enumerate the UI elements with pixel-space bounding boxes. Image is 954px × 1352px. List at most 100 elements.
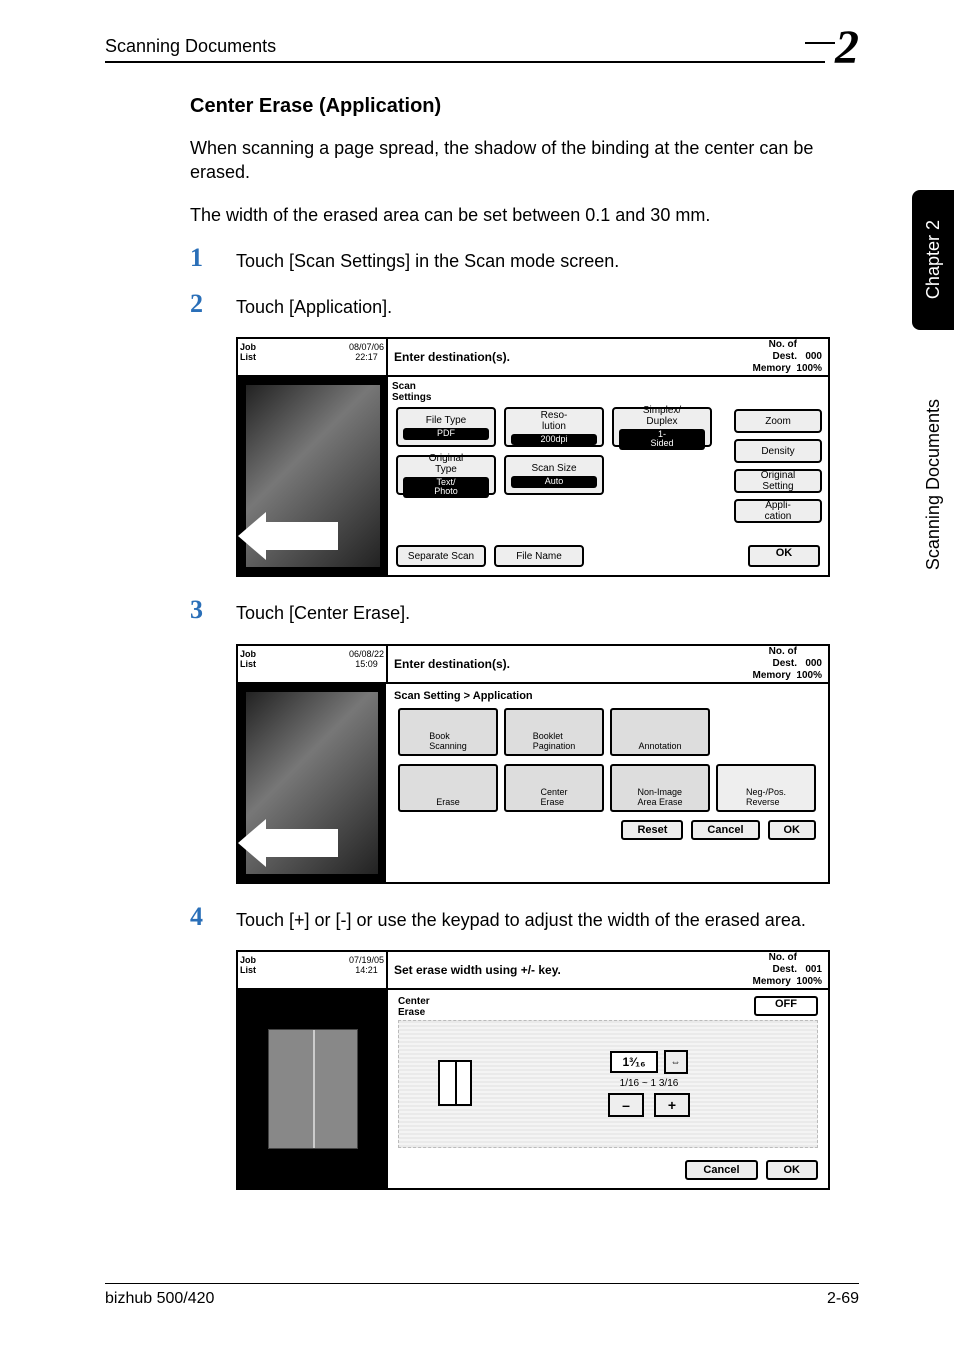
original-type-value: Text/ Photo <box>403 477 489 499</box>
step-3-number: 3 <box>190 597 236 625</box>
message-bar: Enter destination(s). No. of Dest. 000 M… <box>386 337 830 377</box>
separate-scan-button[interactable]: Separate Scan <box>396 545 486 567</box>
original-setting-button[interactable]: Original Setting <box>734 469 822 493</box>
footer-right: 2-69 <box>827 1290 859 1308</box>
page-spread-icon <box>268 1029 358 1149</box>
file-type-button[interactable]: File TypePDF <box>396 407 496 447</box>
breadcrumb: Scan Setting > Application <box>390 688 824 704</box>
booklet-pagination-button[interactable]: Booklet Pagination <box>504 708 604 756</box>
resolution-label: Reso- lution <box>541 410 568 432</box>
density-button[interactable]: Density <box>734 439 822 463</box>
no-of-dest-value: 001 <box>805 964 822 975</box>
intro-paragraph-2: The width of the erased area can be set … <box>190 203 830 227</box>
chapter-number: 2 <box>835 20 859 75</box>
booklet-pagination-label: Booklet Pagination <box>533 732 576 752</box>
message-bar: Set erase width using +/- key. No. of De… <box>386 950 830 990</box>
original-type-label: Original Type <box>429 453 463 475</box>
duplex-label: Simplex/ Duplex <box>643 405 681 427</box>
center-erase-button[interactable]: Center Erase <box>504 764 604 812</box>
non-image-erase-label: Non-Image Area Erase <box>637 788 682 808</box>
step-1-text: Touch [Scan Settings] in the Scan mode s… <box>236 245 619 273</box>
step-2-text: Touch [Application]. <box>236 291 392 319</box>
running-head-title: Scanning Documents <box>105 36 276 57</box>
arrow-icon <box>258 522 338 550</box>
step-3-text: Touch [Center Erase]. <box>236 597 410 625</box>
preview-pane <box>238 990 388 1188</box>
scan-settings-label: Scan Settings <box>388 377 828 403</box>
reset-button[interactable]: Reset <box>621 820 683 840</box>
plus-button[interactable]: + <box>654 1093 690 1117</box>
neg-pos-reverse-label: Neg-/Pos. Reverse <box>746 788 786 808</box>
zoom-button[interactable]: Zoom <box>734 409 822 433</box>
duplex-button[interactable]: Simplex/ Duplex1- Sided <box>612 407 712 447</box>
step-2: 2 Touch [Application]. <box>190 291 830 319</box>
job-list-button[interactable]: Job List 07/19/05 14:21 <box>236 950 386 990</box>
annotation-label: Annotation <box>638 742 681 752</box>
status-block: No. of Dest. 000 Memory 100% <box>753 646 823 682</box>
steps-list: 1 Touch [Scan Settings] in the Scan mode… <box>190 245 830 1190</box>
memory-label: Memory <box>753 363 791 374</box>
job-list-button[interactable]: Job List 06/08/22 15:09 <box>236 644 386 684</box>
step-1-number: 1 <box>190 245 236 273</box>
original-type-button[interactable]: Original TypeText/ Photo <box>396 455 496 495</box>
step-2-number: 2 <box>190 291 236 319</box>
unit-swap-button[interactable]: ⇔ <box>664 1050 688 1074</box>
status-block: No. of Dest. 001 Memory 100% <box>753 952 823 988</box>
cancel-button[interactable]: Cancel <box>685 1160 757 1180</box>
no-of-dest-value: 000 <box>805 658 822 669</box>
side-tab-section: Scanning Documents <box>912 340 954 630</box>
book-scanning-label: Book Scanning <box>429 732 467 752</box>
application-button[interactable]: Appli- cation <box>734 499 822 523</box>
scan-size-value: Auto <box>511 476 597 488</box>
memory-label: Memory <box>753 976 791 987</box>
width-value: 1³⁄₁₆ <box>610 1051 657 1073</box>
message-text: Set erase width using +/- key. <box>394 963 753 977</box>
screenshot-application: Job List 06/08/22 15:09 Enter destinatio… <box>236 644 830 884</box>
step-4-number: 4 <box>190 904 236 932</box>
scan-size-button[interactable]: Scan SizeAuto <box>504 455 604 495</box>
side-tab-chapter: Chapter 2 <box>912 190 954 330</box>
page-footer: bizhub 500/420 2-69 <box>105 1283 859 1308</box>
job-list-label: Job List <box>240 650 256 670</box>
job-list-datetime: 07/19/05 14:21 <box>349 956 384 976</box>
side-tab-chapter-label: Chapter 2 <box>923 220 944 299</box>
step-1: 1 Touch [Scan Settings] in the Scan mode… <box>190 245 830 273</box>
book-scanning-button[interactable]: Book Scanning <box>398 708 498 756</box>
memory-value: 100% <box>796 976 822 987</box>
no-of-dest-label: No. of Dest. <box>769 952 797 976</box>
message-text: Enter destination(s). <box>394 657 753 671</box>
preview-pane <box>238 684 386 882</box>
no-of-dest-label: No. of Dest. <box>769 339 797 363</box>
resolution-value: 200dpi <box>511 434 597 446</box>
memory-value: 100% <box>796 363 822 374</box>
memory-label: Memory <box>753 670 791 681</box>
ok-button[interactable]: OK <box>768 820 817 840</box>
preview-pane <box>238 377 388 575</box>
cancel-button[interactable]: Cancel <box>691 820 759 840</box>
screenshot-center-erase: Job List 07/19/05 14:21 Set erase width … <box>236 950 830 1190</box>
erase-label: Erase <box>436 798 460 808</box>
resolution-button[interactable]: Reso- lution 200dpi <box>504 407 604 447</box>
job-list-datetime: 08/07/06 22:17 <box>349 343 384 363</box>
file-name-button[interactable]: File Name <box>494 545 584 567</box>
side-tab-section-label: Scanning Documents <box>923 399 944 570</box>
memory-value: 100% <box>796 670 822 681</box>
message-text: Enter destination(s). <box>394 350 753 364</box>
annotation-button[interactable]: Annotation <box>610 708 710 756</box>
neg-pos-reverse-button[interactable]: Neg-/Pos. Reverse <box>716 764 816 812</box>
job-list-button[interactable]: Job List 08/07/06 22:17 <box>236 337 386 377</box>
minus-button[interactable]: – <box>608 1093 644 1117</box>
ok-button[interactable]: OK <box>748 545 820 567</box>
off-button[interactable]: OFF <box>754 996 818 1016</box>
job-list-label: Job List <box>240 343 256 363</box>
erase-button[interactable]: Erase <box>398 764 498 812</box>
heading: Center Erase (Application) <box>190 95 830 118</box>
step-4: 4 Touch [+] or [-] or use the keypad to … <box>190 904 830 932</box>
arrow-icon <box>258 829 338 857</box>
status-block: No. of Dest. 000 Memory 100% <box>753 339 823 375</box>
non-image-erase-button[interactable]: Non-Image Area Erase <box>610 764 710 812</box>
ok-button[interactable]: OK <box>766 1160 819 1180</box>
content: Center Erase (Application) When scanning… <box>190 95 830 1210</box>
width-control: 1³⁄₁₆ ⇔ 1/16 ~ 1 3/16 – + <box>608 1050 690 1117</box>
step-3: 3 Touch [Center Erase]. <box>190 597 830 625</box>
